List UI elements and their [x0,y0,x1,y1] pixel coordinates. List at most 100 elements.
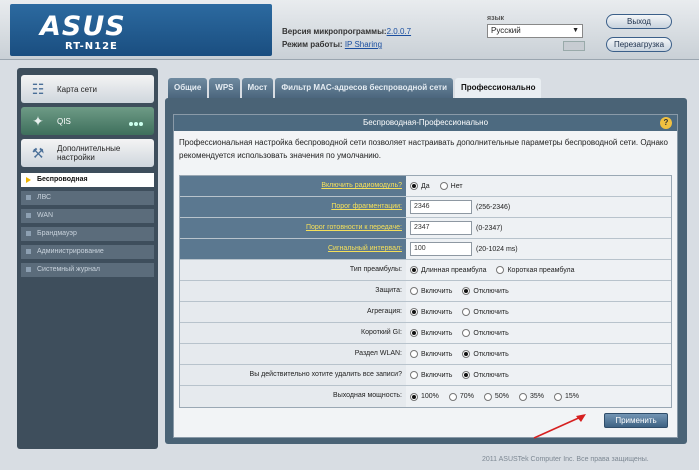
row-preamble: Тип преамбулы: Длинная преамбула Коротка… [180,260,671,281]
radio-dot-icon [448,392,457,401]
radio-power-50[interactable]: 50% [483,392,509,401]
radio-power-15[interactable]: 15% [553,392,579,401]
bullet-icon [26,249,31,254]
bullet-icon [26,267,31,272]
radio-protection-off[interactable]: Отключить [462,287,509,295]
chevron-down-icon: ▼ [572,27,579,34]
language-apply-button[interactable] [563,41,585,51]
sidebar-item-syslog[interactable]: Системный журнал [21,263,154,277]
radio-aggregation-on[interactable]: Включить [410,308,452,316]
radio-label: 15% [564,393,579,400]
sidebar-item-administration[interactable]: Администрирование [21,245,154,259]
radio-dot-icon [410,287,418,295]
radio-dot-icon [496,266,505,274]
radio-yes[interactable]: Да [410,182,430,190]
sidebar-item-label: Карта сети [57,85,97,94]
apply-button[interactable]: Применить [604,413,668,428]
radio-delete-off[interactable]: Отключить [462,371,509,379]
radio-dot-icon [410,371,418,379]
asus-logo: ASUS RT-N12E [10,4,272,56]
beacon-range: (20-1024 ms) [476,245,518,253]
help-icon[interactable]: ? [660,117,672,129]
firmware-label: Версия микропрограммы: [282,27,387,36]
radio-protection-on[interactable]: Включить [410,287,452,295]
aggregation-label: Агрегация: [180,302,406,322]
radio-dot-icon [518,392,527,401]
radio-power-35[interactable]: 35% [518,392,544,401]
frag-threshold-label[interactable]: Порог фрагментации: [180,197,406,217]
radio-short-gi-off[interactable]: Отключить [462,329,509,337]
panel-title-text: Беспроводная-Профессионально [362,118,489,127]
tab-bridge[interactable]: Мост [241,78,274,98]
sidebar-item-qis[interactable]: ✦ QIS [21,107,154,135]
radio-power-70[interactable]: 70% [448,392,474,401]
firmware-version-link[interactable]: 2.0.0.7 [387,27,411,36]
panel-description: Профессиональная настройка беспроводной … [179,138,668,160]
radio-short-preamble[interactable]: Короткая преамбула [496,266,575,274]
settings-form: Включить радиомодуль? Да Нет Порог фрагм… [179,175,672,408]
sidebar-item-firewall[interactable]: Брандмауэр [21,227,154,241]
radio-label: Отключить [473,371,509,379]
radio-long-preamble[interactable]: Длинная преамбула [410,266,486,274]
row-tx-power: Выходная мощность: 100% 70% 50% 35% 15% [180,386,671,407]
mode-link[interactable]: IP Sharing [345,40,382,49]
radio-isolation-on[interactable]: Включить [410,350,452,358]
protection-label: Защита: [180,281,406,301]
radio-aggregation-off[interactable]: Отключить [462,308,509,316]
tab-general[interactable]: Общие [168,78,208,98]
sidebar-item-advanced[interactable]: ⚒ Дополнительные настройки [21,139,154,167]
radio-label: Да [421,182,430,190]
reboot-button[interactable]: Перезагрузка [606,37,672,52]
radio-delete-on[interactable]: Включить [410,371,452,379]
row-beacon-interval: Сигнальный интервал: 100 (20-1024 ms) [180,239,671,260]
row-frag-threshold: Порог фрагментации: 2346 (256-2346) [180,197,671,218]
sidebar-item-label: ЛВС [37,194,52,201]
radio-isolation-off[interactable]: Отключить [462,350,509,358]
row-protection: Защита: Включить Отключить [180,281,671,302]
firmware-info: Версия микропрограммы:2.0.0.7 Режим рабо… [282,25,411,51]
radio-label: Включить [421,308,453,316]
sidebar-item-wan[interactable]: WAN [21,209,154,223]
radio-dot-icon [410,392,418,401]
logout-button[interactable]: Выход [606,14,672,29]
network-map-icon: ☷ [31,81,45,97]
sidebar-item-network-map[interactable]: ☷ Карта сети [21,75,154,103]
language-box: язык Русский ▼ [487,15,585,51]
rts-threshold-label[interactable]: Порог готовности к передаче: [180,218,406,238]
radio-power-100[interactable]: 100% [410,392,439,401]
language-select[interactable]: Русский ▼ [487,24,583,38]
radio-label: Нет [450,182,463,190]
frag-threshold-input[interactable]: 2346 [410,200,472,214]
mode-label: Режим работы: [282,40,343,49]
tab-bar: Общие WPS Мост Фильтр MAC-адресов беспро… [168,78,543,99]
enable-radio-label[interactable]: Включить радиомодуль? [180,176,406,196]
sidebar-item-wireless[interactable]: Беспроводная [21,173,154,187]
row-wlan-isolation: Раздел WLAN: Включить Отключить [180,344,671,365]
main-area: Общие WPS Мост Фильтр MAC-адресов беспро… [162,68,690,449]
sidebar-item-lan[interactable]: ЛВС [21,191,154,205]
tab-professional[interactable]: Профессионально [455,78,542,99]
radio-label: Отключить [473,350,509,358]
radio-dot-icon [462,308,471,316]
row-rts-threshold: Порог готовности к передаче: 2347 (0-2347… [180,218,671,239]
radio-label: Короткая преамбула [507,266,575,274]
tab-mac-filter[interactable]: Фильтр MAC-адресов беспроводной сети [275,78,454,98]
radio-short-gi-on[interactable]: Включить [410,329,452,337]
rts-range: (0-2347) [476,224,503,232]
radio-dot-icon [410,308,418,316]
tools-icon: ⚒ [31,145,45,161]
radio-no[interactable]: Нет [439,182,463,190]
bullet-icon [26,213,31,218]
panel-title: Беспроводная-Профессионально ? [174,115,677,131]
sidebar-item-label: QIS [57,117,71,126]
row-aggregation: Агрегация: Включить Отключить [180,302,671,323]
tab-wps[interactable]: WPS [209,78,240,98]
qis-dots-icon [128,119,146,126]
radio-label: 70% [459,393,474,400]
short-gi-label: Короткий GI: [180,323,406,343]
beacon-interval-label[interactable]: Сигнальный интервал: [180,239,406,259]
rts-threshold-input[interactable]: 2347 [410,221,472,235]
sidebar: ☷ Карта сети ✦ QIS ⚒ Дополнительные наст… [17,68,158,449]
radio-dot-icon [462,329,471,337]
beacon-interval-input[interactable]: 100 [410,242,472,256]
